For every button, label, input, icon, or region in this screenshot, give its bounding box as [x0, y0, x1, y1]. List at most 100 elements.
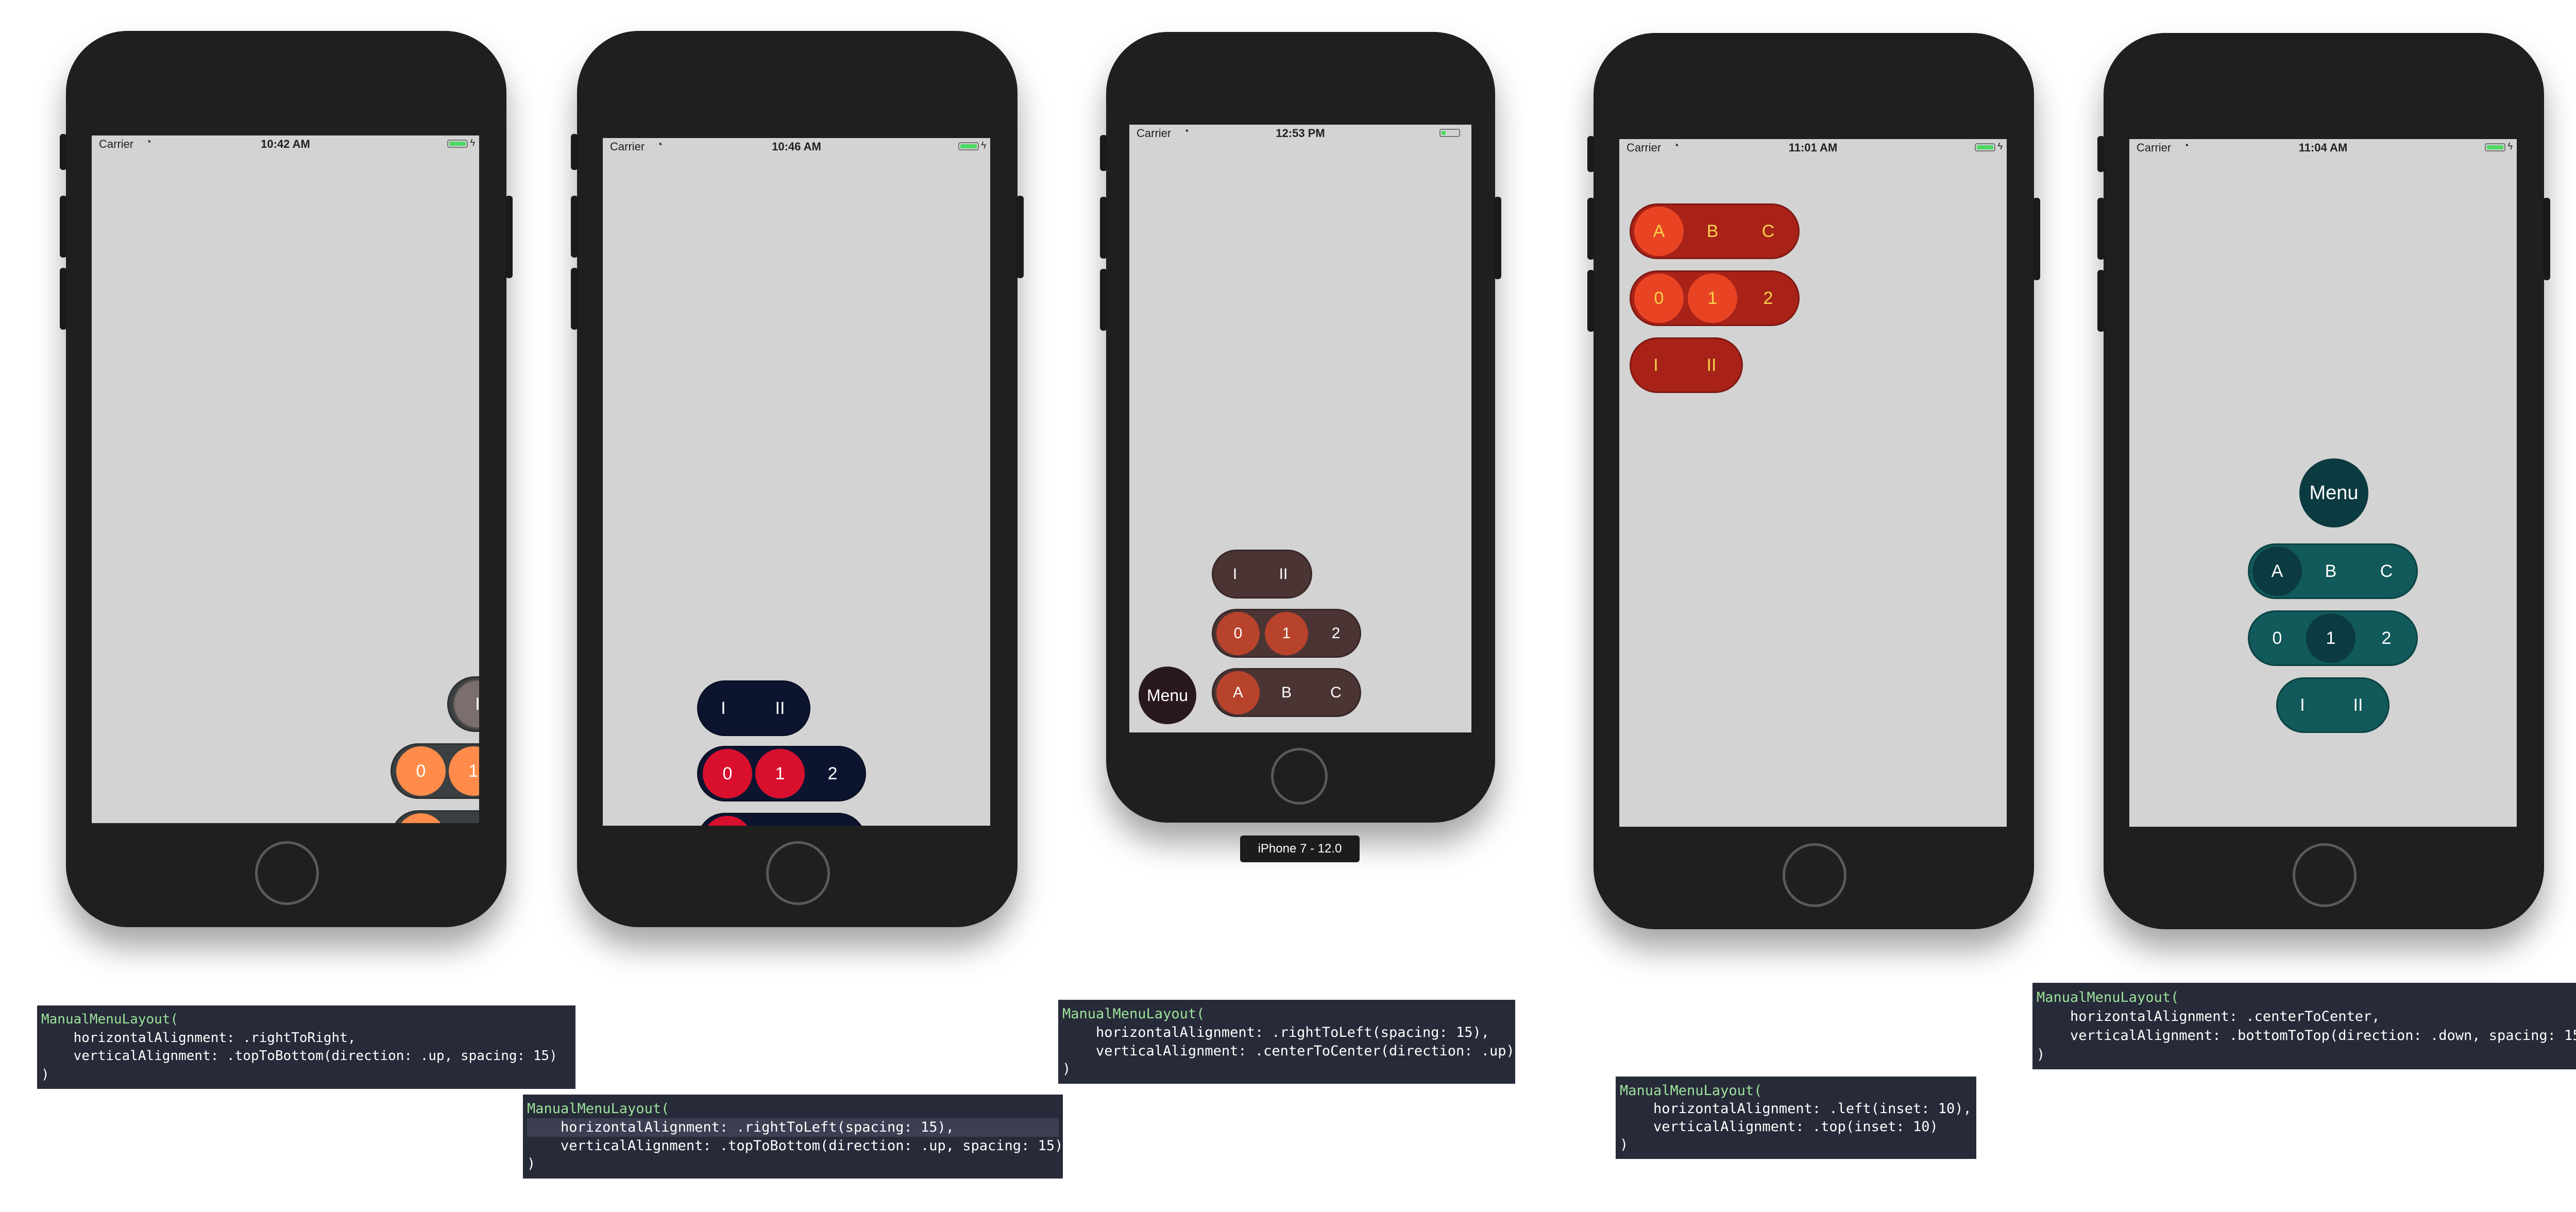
code-line: ): [41, 1066, 49, 1082]
menu-item[interactable]: 1: [1688, 274, 1737, 323]
menu-item[interactable]: 1: [449, 746, 479, 796]
code-snippet: ManualMenuLayout( horizontalAlignment: .…: [2032, 983, 2576, 1069]
menu-item[interactable]: C: [2362, 547, 2411, 596]
menu-row-3: I II: [2276, 677, 2389, 733]
menu-item[interactable]: 2: [808, 749, 857, 798]
volume-button: [60, 196, 67, 258]
menu-item[interactable]: 2: [1314, 612, 1358, 655]
battery-level: [960, 144, 977, 148]
menu-item[interactable]: 1: [755, 749, 805, 798]
menu-item[interactable]: 1: [2306, 613, 2355, 663]
home-button[interactable]: [2293, 843, 2357, 907]
menu-item[interactable]: 2: [2362, 613, 2411, 663]
status-time: 11:01 AM: [1788, 141, 1838, 154]
power-button: [1494, 197, 1501, 279]
menu-item[interactable]: A: [2252, 547, 2302, 596]
phone-1: Carrier◔10:42 AMϟIII012ABCMenu: [60, 31, 513, 927]
code-line: horizontalAlignment: .rightToLeft(spacin…: [1062, 1024, 1490, 1040]
volume-button: [60, 134, 67, 170]
menu-item[interactable]: I: [1631, 340, 1681, 390]
home-button[interactable]: [255, 841, 319, 905]
volume-button: [1100, 197, 1107, 259]
menu-item[interactable]: 2: [1743, 274, 1793, 323]
menu-item[interactable]: C: [1743, 207, 1793, 256]
menu-item[interactable]: 1: [1265, 612, 1308, 655]
home-button[interactable]: [1783, 843, 1846, 907]
volume-button: [571, 134, 578, 170]
menu-row-2: 012: [1630, 270, 1800, 326]
phone-screen: Carrier ◔ 11:04 AM ϟ A B C 0 1 2 I II Menu: [2129, 139, 2517, 827]
menu-item[interactable]: A: [703, 816, 752, 826]
battery-level: [1442, 131, 1446, 135]
code-snippet: ManualMenuLayout( horizontalAlignment: .…: [37, 1005, 575, 1089]
battery-level: [1977, 145, 1993, 149]
menu-item[interactable]: A: [1634, 207, 1684, 256]
menu-item[interactable]: II: [1687, 340, 1736, 390]
menu-item[interactable]: C: [808, 816, 857, 826]
code-line: horizontalAlignment: .rightToRight,: [41, 1030, 356, 1046]
menu-item[interactable]: II: [755, 684, 805, 733]
volume-button: [60, 268, 67, 330]
menu-row-3: ABC: [697, 813, 866, 826]
volume-button: [1100, 135, 1107, 171]
menu-row-3: ABC: [1212, 668, 1361, 717]
volume-button: [1587, 136, 1595, 172]
menu-button[interactable]: Menu: [2299, 458, 2368, 527]
menu-item[interactable]: A: [396, 813, 446, 823]
battery-icon: [2485, 143, 2505, 151]
volume-button: [1587, 198, 1595, 260]
phone-screen: Carrier ◔ 12:53 PM I II 0 1 2 A B C Menu: [1129, 125, 1471, 732]
menu-row-1: ABC: [1630, 203, 1800, 259]
menu-item[interactable]: 0: [1634, 274, 1684, 323]
menu-item[interactable]: C: [1314, 671, 1358, 714]
volume-button: [1587, 270, 1595, 332]
status-bar: Carrier ◔ 10:46 AM ϟ: [603, 138, 990, 153]
code-line: horizontalAlignment: .left(inset: 10),: [1620, 1101, 1972, 1117]
code-line: verticalAlignment: .centerToCenter(direc…: [1062, 1043, 1515, 1059]
menu-item[interactable]: I: [2278, 680, 2327, 730]
menu-item[interactable]: B: [1265, 671, 1308, 714]
home-button[interactable]: [1271, 748, 1328, 805]
menu-item[interactable]: 0: [2252, 613, 2302, 663]
code-line: ): [1062, 1061, 1071, 1078]
charging-bolt-icon: ϟ: [2507, 141, 2513, 151]
volume-button: [571, 268, 578, 330]
menu-item[interactable]: 0: [396, 746, 446, 796]
battery-icon: [1975, 143, 1995, 151]
menu-item[interactable]: II: [2333, 680, 2383, 730]
menu-button[interactable]: Menu: [1139, 667, 1196, 724]
power-button: [505, 196, 513, 278]
phone-4: Carrier◔11:01 AMϟABC012IIIMenu: [1587, 33, 2040, 929]
menu-item[interactable]: 0: [703, 749, 752, 798]
menu-item[interactable]: B: [449, 813, 479, 823]
volume-button: [2097, 136, 2105, 172]
status-bar: Carrier ◔ 10:42 AM ϟ: [92, 135, 479, 151]
menu-item[interactable]: II: [1262, 553, 1305, 596]
device-label: iPhone 7 - 12.0: [1240, 835, 1360, 862]
menu-item[interactable]: B: [1688, 207, 1737, 256]
code-line: verticalAlignment: .top(inset: 10): [1620, 1119, 1938, 1135]
code-line: verticalAlignment: .topToBottom(directio…: [527, 1137, 1063, 1154]
menu-item[interactable]: B: [2306, 547, 2355, 596]
phone-3: Carrier ◔ 12:53 PM I II 0 1 2 A B C Menu: [1100, 32, 1501, 823]
menu-item[interactable]: I: [453, 679, 479, 729]
menu-item[interactable]: A: [1216, 671, 1260, 714]
home-button[interactable]: [766, 841, 830, 905]
battery-icon: [447, 140, 468, 148]
menu-item[interactable]: I: [699, 684, 748, 733]
menu-item[interactable]: I: [1213, 553, 1257, 596]
status-time: 12:53 PM: [1276, 127, 1325, 140]
menu-row-2: 012: [1212, 609, 1361, 658]
code-line: ): [2037, 1047, 2045, 1063]
code-line: horizontalAlignment: .rightToLeft(spacin…: [527, 1118, 1059, 1137]
charging-bolt-icon: ϟ: [1997, 141, 2003, 151]
status-time: 11:04 AM: [2298, 141, 2348, 154]
volume-button: [2097, 198, 2105, 260]
menu-item[interactable]: 0: [1216, 612, 1260, 655]
phone-screen: Carrier◔11:01 AMϟABC012IIIMenu: [1619, 139, 2007, 827]
phone-5: Carrier ◔ 11:04 AM ϟ A B C 0 1 2 I II Menu: [2097, 33, 2550, 929]
code-snippet: ManualMenuLayout( horizontalAlignment: .…: [1058, 1000, 1515, 1084]
menu-item[interactable]: B: [755, 816, 805, 826]
status-time: 10:42 AM: [261, 138, 310, 150]
code-line: ManualMenuLayout(: [2037, 989, 2179, 1005]
